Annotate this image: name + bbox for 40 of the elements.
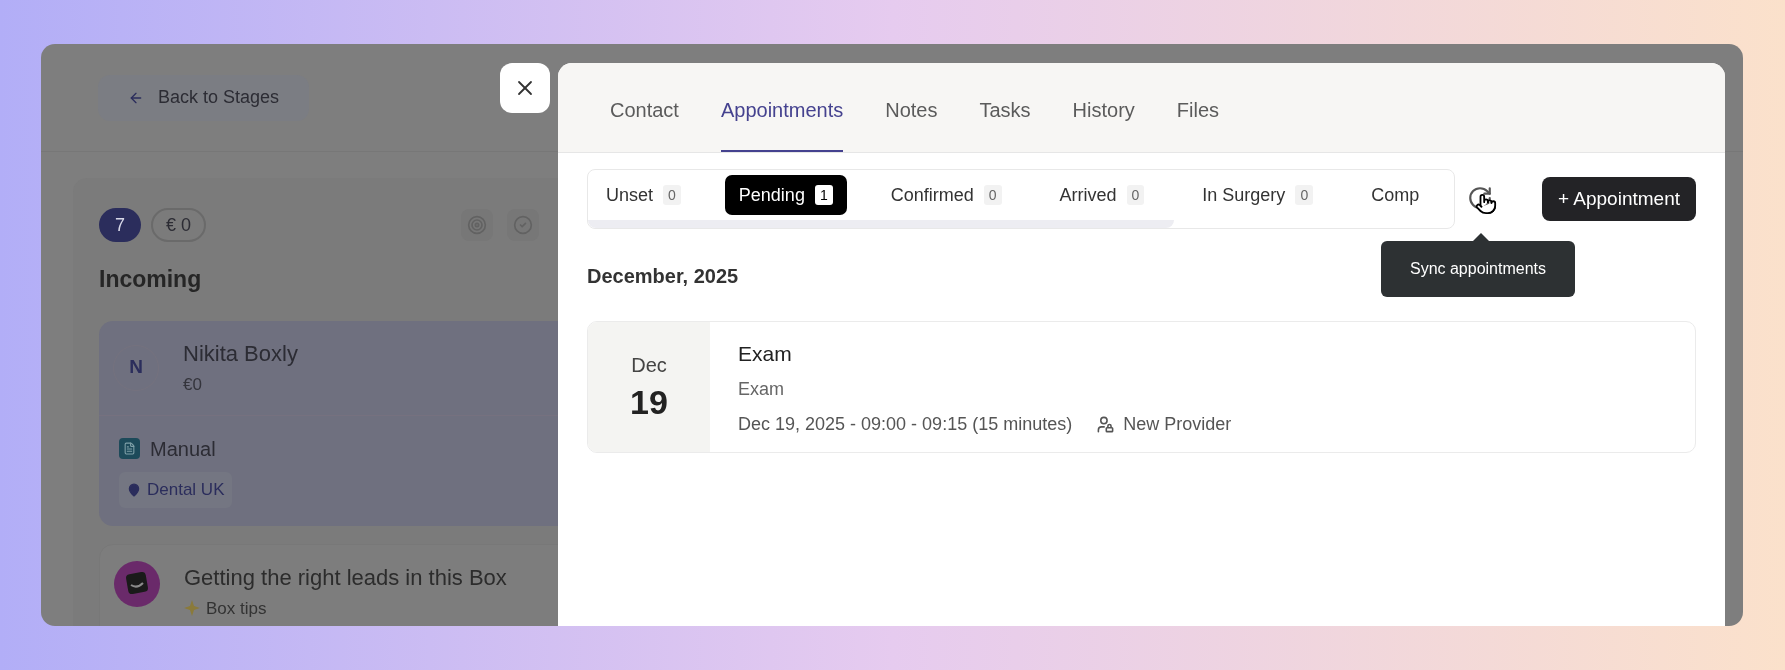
lead-name: Nikita Boxly	[183, 340, 298, 369]
month-heading: December, 2025	[587, 264, 739, 289]
hand-cursor-icon	[1475, 193, 1497, 215]
location-chip: Dental UK	[119, 471, 233, 508]
status-filter[interactable]: Unset 0	[592, 175, 695, 215]
add-appointment-button[interactable]: + Appointment	[1542, 177, 1696, 221]
date-month: Dec	[631, 353, 667, 378]
sticker-avatar-icon	[114, 560, 160, 607]
provider-icon	[1096, 414, 1116, 434]
tooltip: Sync appointments	[1381, 241, 1575, 297]
status-filter[interactable]: In Surgery 0	[1188, 175, 1328, 215]
close-button[interactable]	[500, 63, 550, 113]
tab[interactable]: Notes	[885, 63, 938, 152]
status-filter[interactable]: Comp	[1357, 175, 1434, 215]
tooltip-arrow	[1473, 233, 1489, 241]
appointment-card[interactable]: Dec 19 Exam Exam Dec 19, 2025 - 09:00 - 09:15 (15 minutes) New Provider	[587, 321, 1696, 453]
tab[interactable]: Tasks	[979, 63, 1031, 152]
tab[interactable]: Files	[1176, 63, 1220, 152]
document-icon	[119, 438, 140, 459]
appointment-type: Exam	[738, 377, 785, 401]
target-icon[interactable]	[461, 209, 494, 241]
sync-icon[interactable]	[1467, 185, 1493, 211]
tab[interactable]: History	[1072, 63, 1135, 152]
stage-title: Incoming	[99, 265, 202, 294]
tip-title: Getting the right leads in this Box	[184, 563, 507, 592]
status-filter[interactable]: Pending 1	[724, 175, 847, 215]
date-day: 19	[630, 380, 668, 424]
tab[interactable]: Contact	[610, 63, 679, 152]
sparkle-icon	[184, 600, 200, 617]
tip-subtitle: Box tips	[206, 597, 267, 620]
provider-name: New Provider	[1123, 412, 1232, 436]
map-pin-icon	[127, 482, 141, 497]
tab[interactable]: Appointments	[720, 63, 844, 152]
lead-value: €0	[183, 374, 203, 397]
value-badge: € 0	[151, 208, 207, 242]
count-badge: 7	[99, 208, 141, 242]
source-label: Manual	[150, 436, 216, 462]
status-filter[interactable]: Confirmed 0	[876, 175, 1016, 215]
appointment-title: Exam	[738, 341, 793, 367]
status-filter[interactable]: Arrived 0	[1045, 175, 1159, 215]
